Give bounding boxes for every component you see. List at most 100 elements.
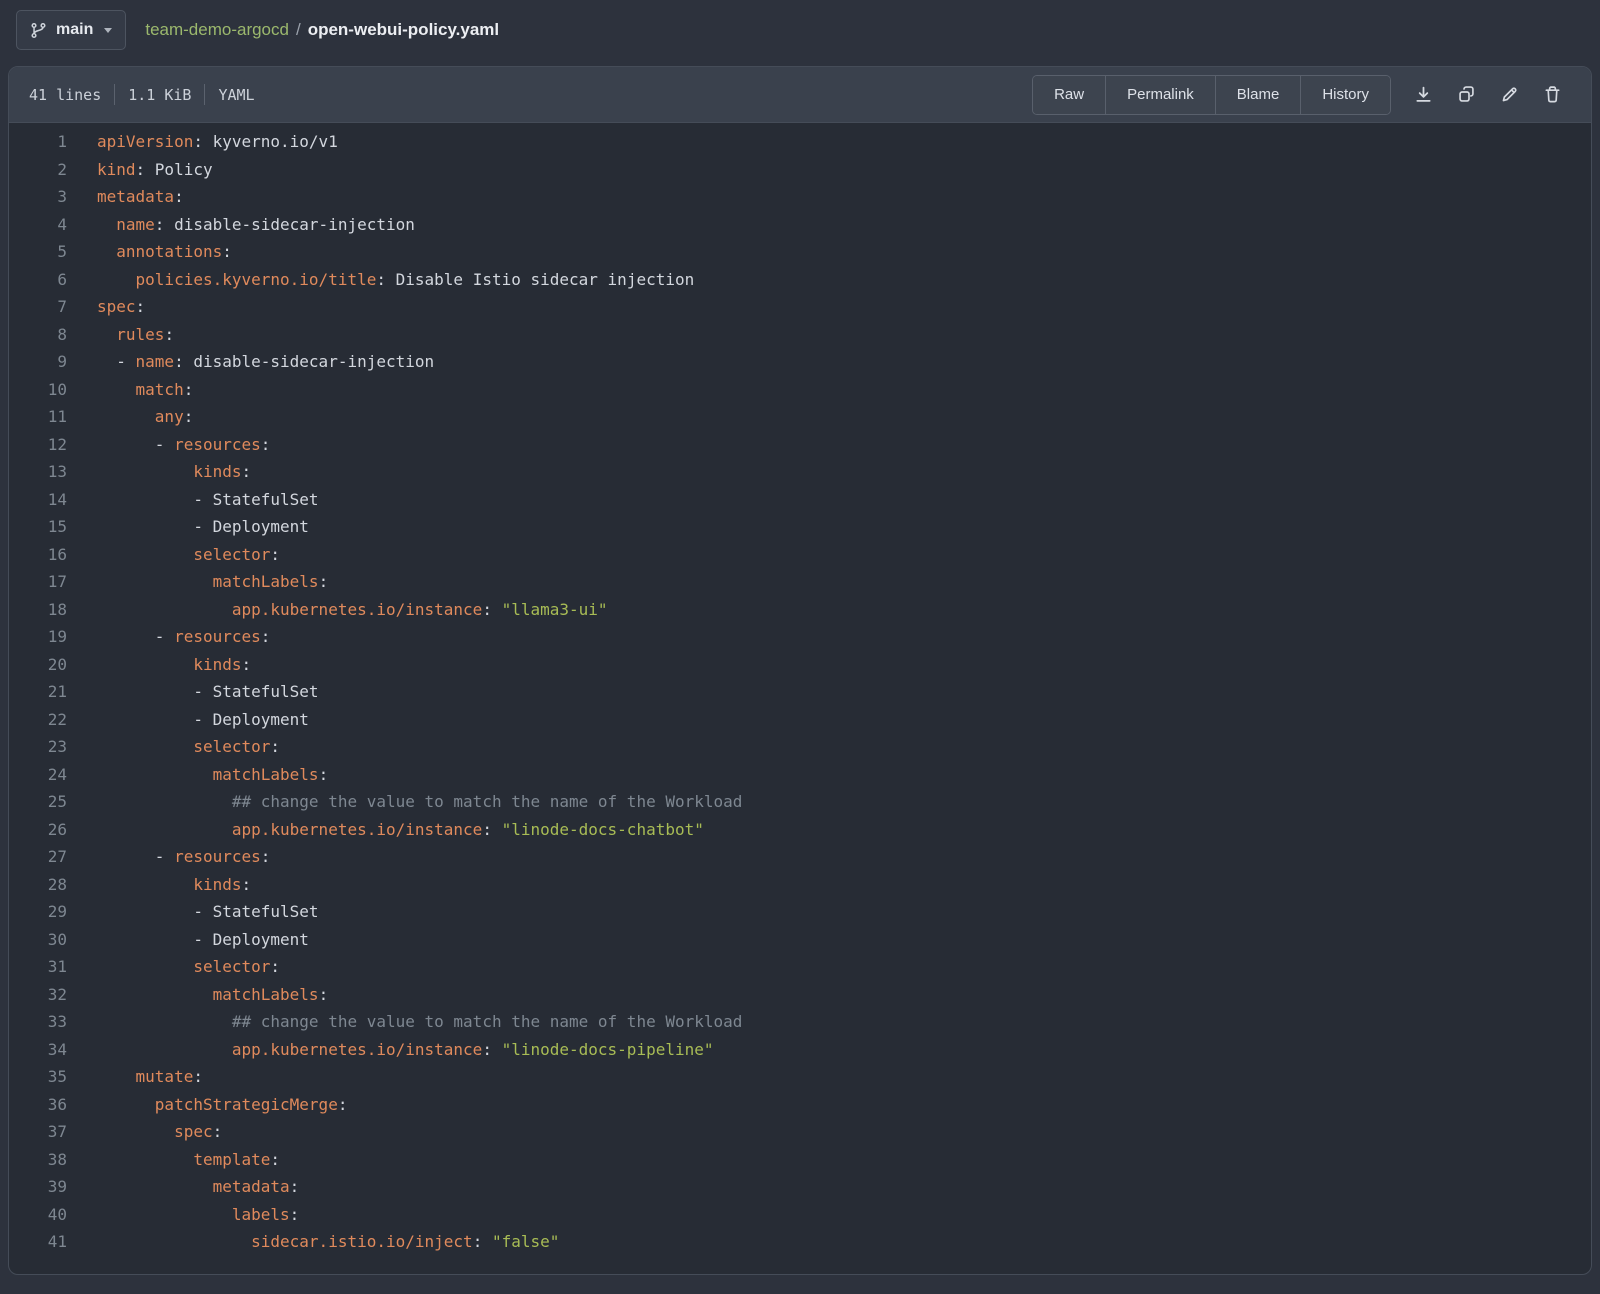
- code-line: 11 any:: [9, 403, 1591, 431]
- line-content: ## change the value to match the name of…: [67, 788, 742, 816]
- line-content: metadata:: [67, 183, 184, 211]
- line-number[interactable]: 41: [9, 1228, 67, 1256]
- code-view: 1apiVersion: kyverno.io/v12kind: Policy3…: [9, 123, 1591, 1274]
- delete-button[interactable]: [1536, 78, 1569, 111]
- line-number[interactable]: 17: [9, 568, 67, 596]
- line-number[interactable]: 23: [9, 733, 67, 761]
- code-line: 26 app.kubernetes.io/instance: "linode-d…: [9, 816, 1591, 844]
- file-name: open-webui-policy.yaml: [308, 20, 499, 40]
- copy-button[interactable]: [1450, 78, 1483, 111]
- line-number[interactable]: 11: [9, 403, 67, 431]
- raw-button[interactable]: Raw: [1033, 76, 1105, 114]
- blame-button[interactable]: Blame: [1215, 76, 1301, 114]
- code-line: 1apiVersion: kyverno.io/v1: [9, 128, 1591, 156]
- history-button[interactable]: History: [1300, 76, 1390, 114]
- line-number[interactable]: 16: [9, 541, 67, 569]
- file-language: YAML: [218, 86, 254, 104]
- code-line: 10 match:: [9, 376, 1591, 404]
- line-number[interactable]: 32: [9, 981, 67, 1009]
- code-line: 32 matchLabels:: [9, 981, 1591, 1009]
- code-line: 31 selector:: [9, 953, 1591, 981]
- code-line: 27 - resources:: [9, 843, 1591, 871]
- line-number[interactable]: 27: [9, 843, 67, 871]
- code-line: 9 - name: disable-sidecar-injection: [9, 348, 1591, 376]
- line-number[interactable]: 1: [9, 128, 67, 156]
- line-number[interactable]: 6: [9, 266, 67, 294]
- line-number[interactable]: 39: [9, 1173, 67, 1201]
- line-content: - Deployment: [67, 513, 309, 541]
- line-content: rules:: [67, 321, 174, 349]
- line-number[interactable]: 4: [9, 211, 67, 239]
- line-number[interactable]: 10: [9, 376, 67, 404]
- edit-button[interactable]: [1493, 78, 1526, 111]
- code-line: 15 - Deployment: [9, 513, 1591, 541]
- code-line: 6 policies.kyverno.io/title: Disable Ist…: [9, 266, 1591, 294]
- line-number[interactable]: 13: [9, 458, 67, 486]
- chevron-down-icon: [104, 28, 112, 33]
- line-content: kinds:: [67, 871, 251, 899]
- git-branch-icon: [30, 22, 47, 39]
- code-line: 21 - StatefulSet: [9, 678, 1591, 706]
- line-number[interactable]: 22: [9, 706, 67, 734]
- line-content: selector:: [67, 733, 280, 761]
- code-line: 34 app.kubernetes.io/instance: "linode-d…: [9, 1036, 1591, 1064]
- line-number[interactable]: 34: [9, 1036, 67, 1064]
- line-number[interactable]: 5: [9, 238, 67, 266]
- line-number[interactable]: 19: [9, 623, 67, 651]
- branch-selector-button[interactable]: main: [16, 10, 126, 50]
- code-line: 8 rules:: [9, 321, 1591, 349]
- download-button[interactable]: [1407, 78, 1440, 111]
- line-content: template:: [67, 1146, 280, 1174]
- file-view-container: 41 lines 1.1 KiB YAML Raw Permalink Blam…: [8, 66, 1592, 1275]
- code-line: 5 annotations:: [9, 238, 1591, 266]
- line-number[interactable]: 30: [9, 926, 67, 954]
- line-number[interactable]: 40: [9, 1201, 67, 1229]
- line-number[interactable]: 24: [9, 761, 67, 789]
- line-number[interactable]: 25: [9, 788, 67, 816]
- line-number[interactable]: 28: [9, 871, 67, 899]
- code-line: 20 kinds:: [9, 651, 1591, 679]
- line-number[interactable]: 8: [9, 321, 67, 349]
- line-content: kinds:: [67, 458, 251, 486]
- code-line: 29 - StatefulSet: [9, 898, 1591, 926]
- line-content: any:: [67, 403, 193, 431]
- line-number[interactable]: 20: [9, 651, 67, 679]
- line-content: spec:: [67, 293, 145, 321]
- line-content: - resources:: [67, 843, 270, 871]
- copy-icon: [1457, 85, 1476, 104]
- line-content: - name: disable-sidecar-injection: [67, 348, 434, 376]
- repo-link[interactable]: team-demo-argocd: [145, 20, 289, 40]
- line-number[interactable]: 3: [9, 183, 67, 211]
- line-number[interactable]: 14: [9, 486, 67, 514]
- code-line: 13 kinds:: [9, 458, 1591, 486]
- code-line: 36 patchStrategicMerge:: [9, 1091, 1591, 1119]
- line-number[interactable]: 12: [9, 431, 67, 459]
- permalink-button[interactable]: Permalink: [1105, 76, 1215, 114]
- line-number[interactable]: 31: [9, 953, 67, 981]
- code-line: 17 matchLabels:: [9, 568, 1591, 596]
- line-number[interactable]: 26: [9, 816, 67, 844]
- line-content: - StatefulSet: [67, 486, 319, 514]
- line-number[interactable]: 36: [9, 1091, 67, 1119]
- line-number[interactable]: 29: [9, 898, 67, 926]
- line-number[interactable]: 35: [9, 1063, 67, 1091]
- line-content: kind: Policy: [67, 156, 213, 184]
- line-content: annotations:: [67, 238, 232, 266]
- code-line: 37 spec:: [9, 1118, 1591, 1146]
- line-number[interactable]: 21: [9, 678, 67, 706]
- line-number[interactable]: 33: [9, 1008, 67, 1036]
- code-line: 14 - StatefulSet: [9, 486, 1591, 514]
- line-content: - StatefulSet: [67, 678, 319, 706]
- code-line: 19 - resources:: [9, 623, 1591, 651]
- line-number[interactable]: 15: [9, 513, 67, 541]
- line-content: selector:: [67, 541, 280, 569]
- line-content: metadata:: [67, 1173, 299, 1201]
- action-button-group: Raw Permalink Blame History: [1032, 75, 1391, 115]
- line-number[interactable]: 18: [9, 596, 67, 624]
- line-number[interactable]: 37: [9, 1118, 67, 1146]
- line-number[interactable]: 7: [9, 293, 67, 321]
- line-number[interactable]: 9: [9, 348, 67, 376]
- line-content: sidecar.istio.io/inject: "false": [67, 1228, 559, 1256]
- line-number[interactable]: 38: [9, 1146, 67, 1174]
- line-number[interactable]: 2: [9, 156, 67, 184]
